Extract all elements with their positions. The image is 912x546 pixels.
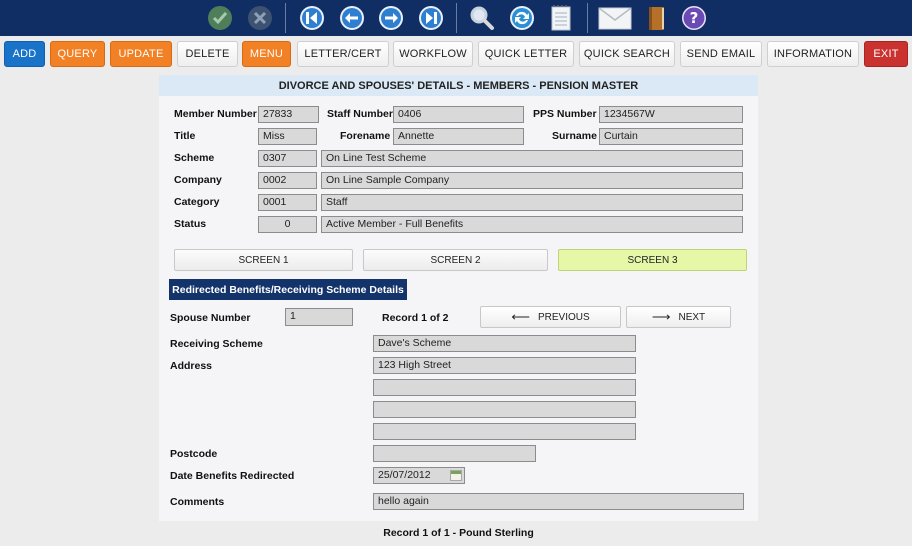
help-icon[interactable]: ? [679, 3, 709, 33]
company-description-field: On Line Sample Company [321, 172, 743, 189]
status-label: Status [174, 218, 207, 230]
last-record-icon[interactable] [416, 3, 446, 33]
update-button[interactable]: UPDATE [110, 41, 172, 67]
status-footer: Record 1 of 1 - Pound Sterling [383, 527, 534, 539]
toolbar-divider [456, 3, 457, 33]
book-icon[interactable] [641, 3, 671, 33]
company-code-field[interactable]: 0002 [258, 172, 317, 189]
title-field[interactable]: Miss [258, 128, 317, 145]
category-code-field[interactable]: 0001 [258, 194, 317, 211]
arrow-left-icon: ⟵ [511, 309, 530, 324]
comments-field[interactable]: hello again [373, 493, 744, 510]
confirm-check-icon[interactable] [205, 3, 235, 33]
date-value: 25/07/2012 [378, 469, 431, 481]
calendar-icon[interactable] [450, 470, 462, 481]
address-label: Address [170, 360, 213, 372]
surname-label: Surname [552, 130, 597, 142]
staff-number-label: Staff Number [327, 108, 393, 120]
receiving-scheme-field[interactable]: Dave's Scheme [373, 335, 636, 352]
receiving-scheme-label: Receiving Scheme [170, 338, 263, 350]
previous-button-label: PREVIOUS [537, 311, 590, 323]
category-description-field: Staff [321, 194, 743, 211]
member-number-label: Member Number [174, 108, 257, 120]
refresh-icon[interactable] [507, 3, 537, 33]
member-number-field[interactable]: 27833 [258, 106, 319, 123]
first-record-icon[interactable] [297, 3, 327, 33]
previous-record-icon[interactable] [337, 3, 367, 33]
information-button[interactable]: INFORMATION [767, 41, 859, 67]
date-benefits-redirected-field[interactable]: 25/07/2012 [373, 467, 465, 484]
add-button[interactable]: ADD [4, 41, 45, 67]
postcode-label: Postcode [170, 448, 218, 460]
form-panel: DIVORCE AND SPOUSES' DETAILS - MEMBERS -… [159, 75, 758, 521]
forename-label: Forename [340, 130, 391, 142]
address-line-2-field[interactable] [373, 379, 636, 396]
spouse-number-field[interactable]: 1 [285, 308, 353, 326]
comments-label: Comments [170, 496, 225, 508]
top-toolbar: ? [0, 0, 912, 36]
tab-screen-1[interactable]: SCREEN 1 [174, 249, 353, 271]
workflow-button[interactable]: WORKFLOW [393, 41, 473, 67]
forename-field[interactable]: Annette [393, 128, 524, 145]
delete-button[interactable]: DELETE [177, 41, 238, 67]
title-label: Title [174, 130, 196, 142]
search-magnifier-icon[interactable] [467, 3, 497, 33]
status-code-field[interactable]: 0 [258, 216, 317, 233]
toolbar-divider [587, 3, 588, 33]
staff-number-field[interactable]: 0406 [393, 106, 524, 123]
send-email-button[interactable]: SEND EMAIL [680, 41, 762, 67]
date-benefits-redirected-label: Date Benefits Redirected [170, 470, 295, 482]
quick-search-button[interactable]: QUICK SEARCH [579, 41, 675, 67]
address-line-1-field[interactable]: 123 High Street [373, 357, 636, 374]
company-label: Company [174, 174, 222, 186]
next-button[interactable]: ⟶ NEXT [626, 306, 731, 328]
notepad-icon[interactable] [546, 3, 576, 33]
command-bar: ADD QUERY UPDATE DELETE MENU LETTER/CERT… [0, 36, 912, 73]
next-button-label: NEXT [678, 311, 706, 323]
exit-button[interactable]: EXIT [864, 41, 908, 67]
scheme-description-field: On Line Test Scheme [321, 150, 743, 167]
quick-letter-button[interactable]: QUICK LETTER [478, 41, 574, 67]
toolbar-divider [285, 3, 286, 33]
menu-button[interactable]: MENU [242, 41, 291, 67]
tab-screen-2[interactable]: SCREEN 2 [363, 249, 548, 271]
form-title: DIVORCE AND SPOUSES' DETAILS - MEMBERS -… [159, 75, 758, 96]
next-record-icon[interactable] [376, 3, 406, 33]
record-indicator: Record 1 of 2 [382, 312, 449, 324]
status-description-field: Active Member - Full Benefits [321, 216, 743, 233]
spouse-number-label: Spouse Number [170, 312, 251, 324]
arrow-right-icon: ⟶ [651, 309, 671, 324]
svg-text:?: ? [690, 9, 699, 27]
scheme-code-field[interactable]: 0307 [258, 150, 317, 167]
pps-number-label: PPS Number [533, 108, 597, 120]
envelope-icon[interactable] [598, 3, 632, 33]
redirected-benefits-section-header: Redirected Benefits/Receiving Scheme Det… [169, 279, 407, 300]
category-label: Category [174, 196, 220, 208]
postcode-field[interactable] [373, 445, 536, 462]
surname-field[interactable]: Curtain [599, 128, 743, 145]
previous-button[interactable]: ⟵ PREVIOUS [480, 306, 621, 328]
address-line-4-field[interactable] [373, 423, 636, 440]
query-button[interactable]: QUERY [50, 41, 105, 67]
address-line-3-field[interactable] [373, 401, 636, 418]
pps-number-field[interactable]: 1234567W [599, 106, 743, 123]
scheme-label: Scheme [174, 152, 215, 164]
cancel-x-icon[interactable] [245, 3, 275, 33]
tab-screen-3[interactable]: SCREEN 3 [558, 249, 747, 271]
letter-cert-button[interactable]: LETTER/CERT [297, 41, 389, 67]
